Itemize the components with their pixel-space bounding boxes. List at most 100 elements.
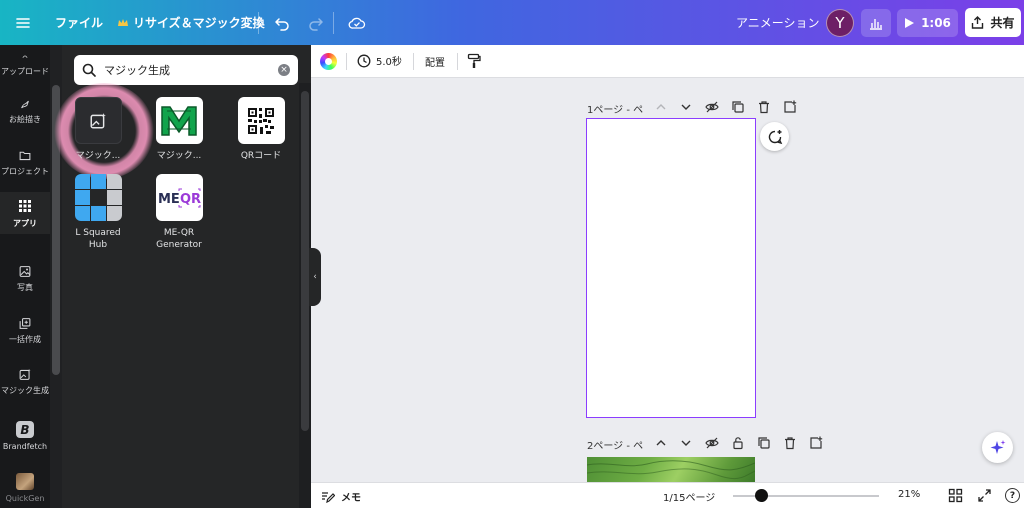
green-m-logo bbox=[161, 105, 197, 136]
redo-icon bbox=[309, 17, 323, 31]
page-1-header: 1ページ - ペ bbox=[587, 100, 802, 116]
redo-button[interactable] bbox=[306, 0, 326, 45]
app-icon: ME QR bbox=[155, 174, 203, 221]
insights-button[interactable] bbox=[861, 0, 891, 45]
app-magic-m[interactable]: マジック... bbox=[139, 97, 219, 162]
notes-pen-icon bbox=[322, 491, 335, 503]
share-upload-icon bbox=[972, 16, 984, 29]
lock-icon[interactable] bbox=[731, 436, 745, 450]
grid-view-icon[interactable] bbox=[948, 488, 963, 503]
fullscreen-icon[interactable] bbox=[977, 488, 992, 503]
app-qr-code[interactable]: QRコード bbox=[221, 97, 301, 162]
quickgen-logo bbox=[16, 473, 34, 490]
bar-chart-icon bbox=[870, 18, 882, 30]
rail-item-label: アップロード bbox=[1, 67, 49, 76]
divider bbox=[333, 12, 334, 34]
upload-icon bbox=[22, 55, 28, 59]
menu-button[interactable] bbox=[8, 0, 38, 45]
magic-assistant-button[interactable] bbox=[982, 432, 1013, 463]
paint-format-button[interactable] bbox=[467, 53, 481, 72]
rail-item-bulk-create[interactable]: 一括作成 bbox=[0, 317, 50, 345]
magic-image-icon bbox=[90, 112, 106, 128]
apps-panel: × マジック... マジック... bbox=[50, 45, 311, 508]
page-2-canvas[interactable] bbox=[587, 457, 755, 482]
app-magic-generate[interactable]: マジック... bbox=[58, 97, 138, 162]
page-counter[interactable]: 1/15ページ bbox=[663, 489, 715, 504]
rail-item-draw[interactable]: お絵描き bbox=[0, 99, 50, 125]
undo-button[interactable] bbox=[272, 0, 292, 45]
notes-button[interactable]: メモ bbox=[321, 489, 361, 504]
chevron-left-icon: ‹ bbox=[313, 272, 317, 282]
duration-button[interactable]: 5.0秒 bbox=[357, 53, 402, 68]
rail-item-upload[interactable]: アップロード bbox=[0, 47, 50, 77]
add-page-icon[interactable] bbox=[783, 100, 797, 114]
chevron-down-icon[interactable] bbox=[679, 436, 693, 450]
rail-item-brandfetch[interactable]: B Brandfetch bbox=[0, 421, 50, 451]
page-1-title[interactable]: 1ページ - ペ bbox=[587, 101, 643, 116]
save-status-button[interactable] bbox=[346, 0, 368, 45]
rail-item-label: お絵描き bbox=[9, 115, 41, 124]
file-menu-button[interactable]: ファイル bbox=[55, 0, 103, 45]
hide-eye-icon[interactable] bbox=[705, 100, 719, 114]
app-label: マジック... bbox=[75, 151, 121, 161]
rail-item-photos[interactable]: 写真 bbox=[0, 265, 50, 293]
app-me-qr-generator[interactable]: ME QR ME-QR Generator bbox=[139, 174, 219, 251]
rail-item-magic-generate[interactable]: マジック生成 bbox=[0, 368, 50, 396]
magic-image-icon bbox=[19, 368, 31, 380]
position-button[interactable]: 配置 bbox=[425, 54, 445, 69]
svg-text:ME: ME bbox=[158, 192, 180, 207]
color-picker-icon[interactable] bbox=[320, 53, 337, 70]
page-2-header: 2ページ - ペ bbox=[587, 436, 827, 452]
app-icon bbox=[155, 97, 203, 144]
trash-icon[interactable] bbox=[757, 100, 771, 114]
me-qr-logo: ME QR bbox=[158, 188, 201, 207]
add-page-icon[interactable] bbox=[809, 436, 823, 450]
zoom-slider[interactable] bbox=[733, 489, 879, 502]
divider bbox=[413, 53, 414, 70]
search-input[interactable] bbox=[104, 63, 270, 77]
rail-item-projects[interactable]: プロジェクト bbox=[0, 149, 50, 177]
duplicate-icon[interactable] bbox=[757, 436, 771, 450]
chevron-up-icon[interactable] bbox=[654, 100, 668, 114]
svg-text:QR: QR bbox=[180, 192, 201, 207]
clear-search-icon[interactable]: × bbox=[278, 64, 290, 76]
zoom-level[interactable]: 21% bbox=[898, 489, 920, 500]
share-label: 共有 bbox=[990, 16, 1015, 30]
app-l-squared-hub[interactable]: L Squared Hub bbox=[58, 174, 138, 251]
photo-icon bbox=[19, 266, 31, 277]
page-2-title[interactable]: 2ページ - ペ bbox=[587, 437, 643, 452]
user-avatar[interactable]: Y bbox=[826, 0, 854, 45]
avatar-initial: Y bbox=[826, 8, 854, 37]
rail-item-quickgen[interactable]: QuickGen bbox=[0, 473, 50, 503]
rail-item-label: 一括作成 bbox=[9, 335, 41, 344]
rail-item-label: QuickGen bbox=[5, 494, 45, 503]
share-button[interactable]: 共有 bbox=[965, 0, 1021, 45]
rail-item-apps[interactable]: アプリ bbox=[0, 192, 50, 234]
hide-eye-icon[interactable] bbox=[705, 436, 719, 450]
folder-icon bbox=[19, 151, 31, 161]
app-label: L Squared Hub bbox=[75, 228, 121, 250]
add-comment-button[interactable] bbox=[760, 122, 789, 151]
divider bbox=[258, 12, 259, 34]
scrollbar-thumb[interactable] bbox=[301, 91, 309, 431]
animation-button[interactable]: アニメーション bbox=[736, 0, 820, 45]
brandfetch-logo: B bbox=[16, 421, 34, 438]
collapse-panel-handle[interactable]: ‹ bbox=[309, 248, 321, 306]
trash-icon[interactable] bbox=[783, 436, 797, 450]
comment-add-icon bbox=[768, 129, 782, 144]
page-1-canvas[interactable] bbox=[586, 118, 756, 418]
resize-magic-button[interactable]: リサイズ＆マジック変換 bbox=[117, 0, 265, 45]
editor-toolbar: 5.0秒 配置 bbox=[311, 45, 1024, 78]
present-play-button[interactable]: 1:06 bbox=[897, 0, 958, 45]
left-rail: アップロード お絵描き プロジェクト アプリ 写真 一括作成 マジック生成 B … bbox=[0, 45, 50, 508]
search-icon bbox=[82, 63, 96, 77]
zoom-slider-knob[interactable] bbox=[755, 489, 768, 502]
chevron-down-icon[interactable] bbox=[679, 100, 693, 114]
duplicate-icon[interactable] bbox=[731, 100, 745, 114]
divider bbox=[457, 53, 458, 70]
help-icon[interactable]: ? bbox=[1005, 488, 1020, 503]
chevron-up-icon[interactable] bbox=[654, 436, 668, 450]
clock-icon bbox=[357, 54, 371, 67]
play-icon bbox=[905, 17, 915, 28]
search-box[interactable]: × bbox=[74, 55, 298, 85]
